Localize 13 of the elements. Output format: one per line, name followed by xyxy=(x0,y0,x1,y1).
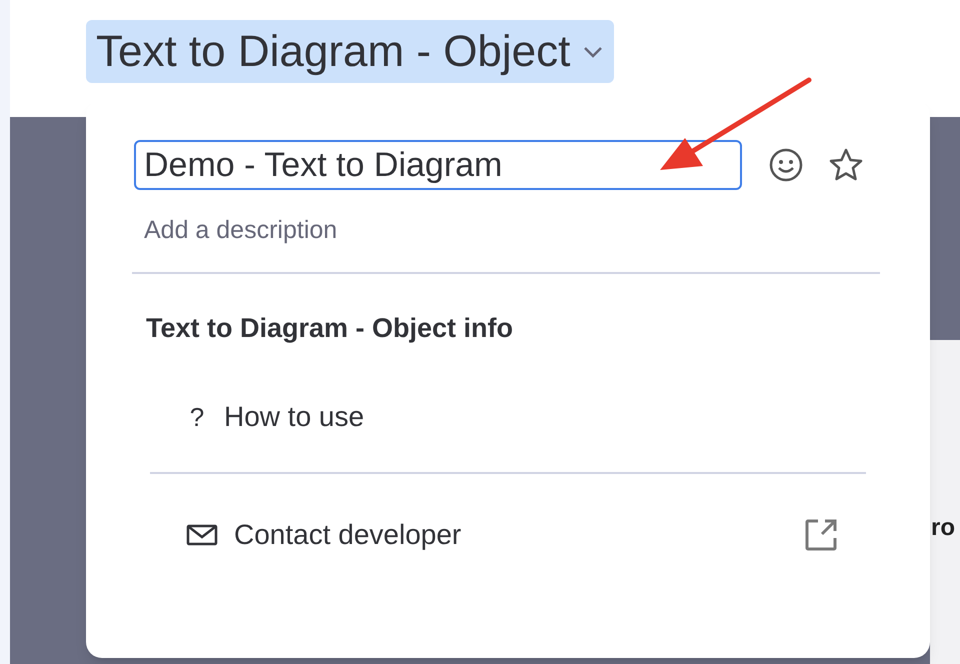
description-field[interactable]: Add a description xyxy=(144,212,644,250)
question-mark-icon: ? xyxy=(186,404,208,430)
external-link-icon[interactable] xyxy=(804,518,838,552)
mail-icon xyxy=(186,524,218,546)
name-input-field[interactable]: Demo - Text to Diagram xyxy=(134,140,742,190)
smiley-icon[interactable] xyxy=(768,147,804,183)
info-heading: Text to Diagram - Object info xyxy=(146,312,514,345)
menu-item[interactable]: Contact developer xyxy=(234,514,462,556)
heading-fragment: ro xyxy=(931,513,956,543)
chevron-down-icon xyxy=(582,44,604,58)
menu-item[interactable]: How to use xyxy=(224,396,364,438)
star-icon[interactable] xyxy=(828,147,864,183)
board-title-button[interactable]: Text to Diagram - Object xyxy=(86,20,614,83)
